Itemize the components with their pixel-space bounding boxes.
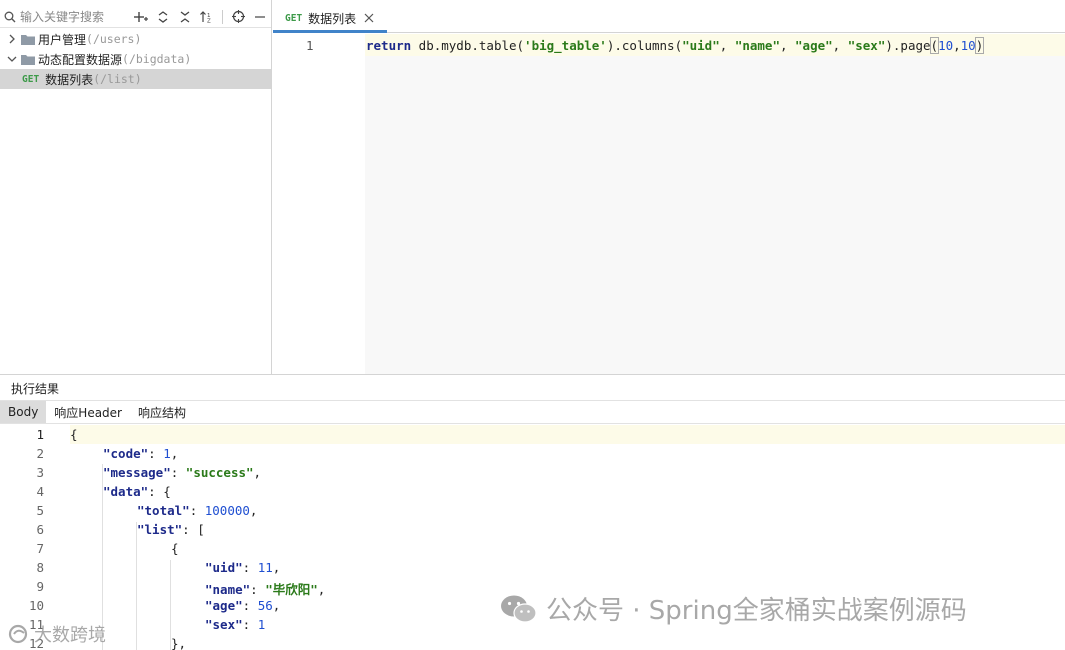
collapse-all-icon[interactable] <box>174 7 196 27</box>
resource-tree-panel: 1Z 用户管理 (/users) 动态配置数据源 (/bigdata) GET … <box>0 0 272 374</box>
tree-item-list[interactable]: GET 数据列表 (/list) <box>0 69 271 89</box>
json-value-code: 1 <box>163 446 171 461</box>
brand-logo-icon <box>8 624 30 644</box>
chevron-down-icon[interactable] <box>5 55 19 63</box>
json-value-sex: 1 <box>257 617 266 632</box>
line-number: 10 <box>28 598 44 613</box>
json-line: "data": { <box>103 484 171 499</box>
json-line: "sex": 1 <box>205 617 266 632</box>
tree-item-path: (/bigdata) <box>122 52 192 66</box>
tree-item-label: 动态配置数据源 <box>38 52 123 67</box>
tab-label: 数据列表 <box>308 11 357 26</box>
add-icon[interactable] <box>130 7 152 27</box>
watermark-right: 公众号 · Spring全家桶实战案例源码 <box>500 590 967 627</box>
folder-icon <box>21 54 35 65</box>
editor-tab-strip: GET 数据列表 <box>273 6 1065 33</box>
line-number: 5 <box>36 503 44 518</box>
json-line: "list": [ <box>137 522 205 537</box>
json-line: "total": 100000, <box>137 503 258 518</box>
sort-icon[interactable]: 1Z <box>196 7 218 27</box>
tab-body[interactable]: Body <box>0 401 47 423</box>
line-number: 8 <box>36 560 44 575</box>
json-line: { <box>70 427 78 442</box>
line-number: 3 <box>36 465 44 480</box>
search-input[interactable] <box>20 9 130 24</box>
tab-response-header[interactable]: 响应Header <box>46 401 130 423</box>
tree-item-bigdata[interactable]: 动态配置数据源 (/bigdata) <box>0 49 271 69</box>
line-number: 7 <box>36 541 44 556</box>
search-bar: 1Z <box>0 6 271 28</box>
json-value-total: 100000 <box>204 503 250 518</box>
http-method-badge: GET <box>285 12 303 24</box>
json-line: "uid": 11, <box>205 560 281 575</box>
line-number: 2 <box>36 446 44 461</box>
result-panel-title: 执行结果 <box>11 382 60 396</box>
json-line: "message": "success", <box>103 465 262 480</box>
wechat-icon <box>500 594 538 624</box>
watermark-left: 大数跨境 <box>8 621 106 647</box>
current-line-highlight <box>70 425 1065 444</box>
close-icon[interactable] <box>364 13 374 23</box>
script-editor: GET 数据列表 1 return db.mydb.table('big_tab… <box>273 0 1065 374</box>
code-line[interactable]: return db.mydb.table('big_table').column… <box>366 37 985 54</box>
json-value-age: 56 <box>257 598 273 613</box>
svg-text:Z: Z <box>207 18 211 23</box>
line-number: 9 <box>36 579 44 594</box>
chevron-right-icon[interactable] <box>5 34 19 44</box>
minimize-icon[interactable] <box>249 7 271 27</box>
toolbar-divider <box>222 9 223 24</box>
tab-response-structure[interactable]: 响应结构 <box>130 401 194 423</box>
result-tabs: Body 响应Header 响应结构 <box>0 400 1065 424</box>
tree-item-path: (/list) <box>93 72 142 86</box>
json-line: }, <box>171 636 187 650</box>
json-value-uid: 11 <box>257 560 273 575</box>
indent-guide <box>136 522 137 650</box>
line-number: 4 <box>36 484 44 499</box>
json-line: "age": 56, <box>205 598 281 613</box>
code-editor-area[interactable]: return db.mydb.table('big_table').column… <box>365 34 1065 374</box>
json-line: { <box>171 541 179 556</box>
folder-icon <box>21 34 35 45</box>
search-icon <box>0 11 20 23</box>
watermark-text: 大数跨境 <box>34 625 106 646</box>
tab-data-list[interactable]: GET 数据列表 <box>273 6 387 33</box>
editor-gutter: 1 <box>273 34 365 374</box>
tree-item-users[interactable]: 用户管理 (/users) <box>0 29 271 49</box>
line-number: 6 <box>36 522 44 537</box>
http-method-badge: GET <box>22 73 40 85</box>
tree-item-label: 用户管理 <box>38 32 87 47</box>
line-number: 1 <box>306 38 314 53</box>
line-number: 1 <box>36 427 44 442</box>
expand-all-icon[interactable] <box>152 7 174 27</box>
watermark-text: 公众号 · Spring全家桶实战案例源码 <box>546 596 967 626</box>
json-gutter: 1 2 3 4 5 6 7 8 9 10 11 12 <box>0 425 70 650</box>
json-value-name: "毕欣阳" <box>265 582 318 597</box>
json-value-message: "success" <box>185 465 254 480</box>
tree-item-path: (/users) <box>86 32 142 46</box>
locate-icon[interactable] <box>227 7 249 27</box>
json-line: "code": 1, <box>103 446 179 461</box>
json-line: "name": "毕欣阳", <box>205 582 326 597</box>
tree-item-label: 数据列表 <box>45 72 94 87</box>
